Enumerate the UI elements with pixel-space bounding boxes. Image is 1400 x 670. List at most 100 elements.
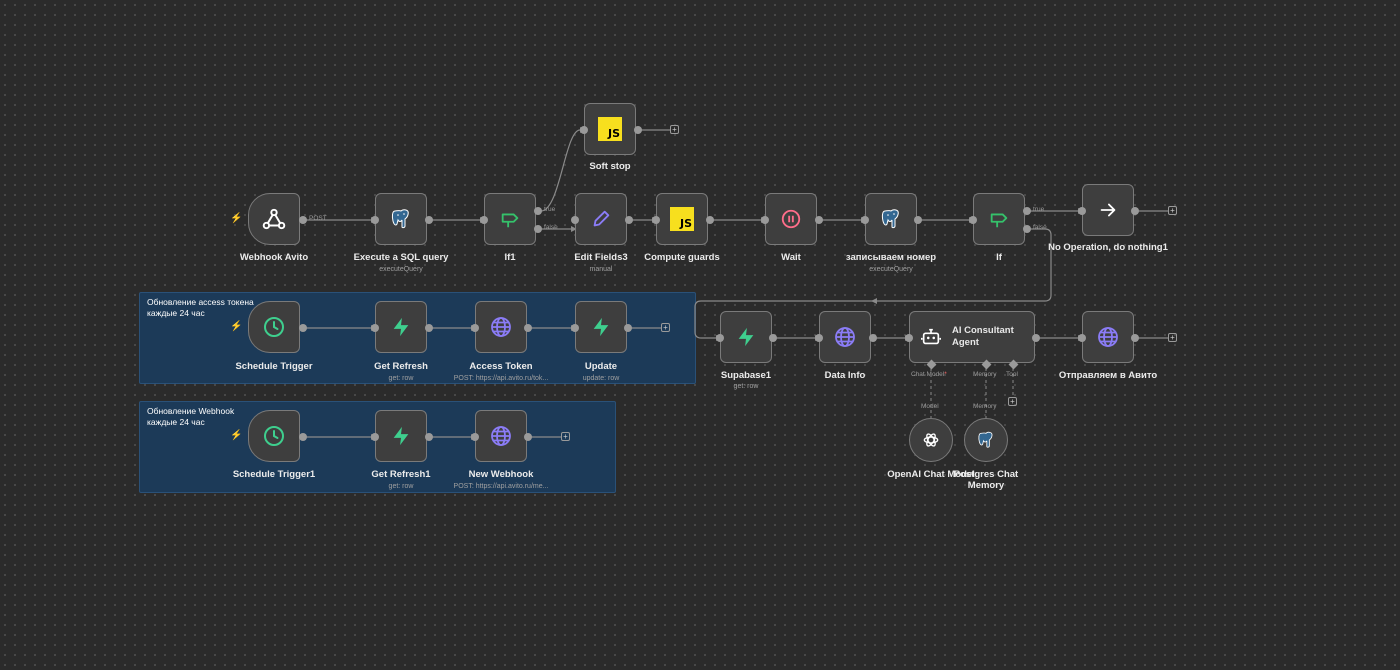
node-supabase1[interactable] [720, 311, 772, 363]
workflow-canvas[interactable]: Обновление access токена каждые 24 час О… [0, 0, 1400, 670]
node-data-info[interactable] [819, 311, 871, 363]
input-port[interactable] [471, 324, 479, 332]
output-port[interactable] [425, 324, 433, 332]
if-icon [990, 213, 1008, 228]
postgres-icon [978, 431, 993, 448]
webhook-icon [262, 208, 286, 230]
output-port[interactable] [769, 334, 777, 342]
input-port[interactable] [571, 324, 579, 332]
trigger-bolt-icon: ⚡ [230, 213, 243, 224]
output-port[interactable] [299, 216, 307, 224]
input-port[interactable] [371, 433, 379, 441]
node-edit-fields3[interactable] [575, 193, 627, 245]
node-label: Update [584, 361, 618, 372]
output-port[interactable] [425, 433, 433, 441]
node-wait[interactable] [765, 193, 817, 245]
node-execute-sql-query[interactable] [375, 193, 427, 245]
node-otpravlyaem-v-avito[interactable] [1082, 311, 1134, 363]
output-port-false[interactable] [1023, 225, 1031, 233]
node-subtitle: manual [589, 266, 613, 273]
node-label: If [996, 252, 1002, 263]
node-label: Schedule Trigger1 [232, 469, 316, 480]
input-port[interactable] [371, 216, 379, 224]
input-port[interactable] [716, 334, 724, 342]
add-node-button[interactable]: + [670, 125, 679, 134]
node-label: Soft stop [589, 161, 631, 172]
output-port[interactable] [914, 216, 922, 224]
input-port[interactable] [371, 324, 379, 332]
input-port[interactable] [580, 126, 588, 134]
node-get-refresh[interactable] [375, 301, 427, 353]
trigger-bolt-icon: ⚡ [230, 430, 243, 441]
output-port[interactable] [869, 334, 877, 342]
output-port[interactable] [815, 216, 823, 224]
output-port[interactable] [524, 433, 532, 441]
supabase-icon [738, 327, 754, 347]
node-new-webhook[interactable] [475, 410, 527, 462]
input-port[interactable] [1078, 334, 1086, 342]
add-node-button[interactable]: + [1168, 206, 1177, 215]
add-node-button[interactable]: + [661, 323, 670, 332]
node-label: New Webhook [468, 469, 534, 480]
pencil-icon [593, 210, 610, 227]
output-port[interactable] [1032, 334, 1040, 342]
node-ai-consultant-agent[interactable]: AI Consultant Agent [909, 311, 1035, 363]
input-port[interactable] [1078, 207, 1086, 215]
input-port[interactable] [761, 216, 769, 224]
node-access-token[interactable] [475, 301, 527, 353]
output-port-false[interactable] [534, 225, 542, 233]
node-subtitle: POST: https://api.avito.ru/me... [453, 483, 549, 490]
sticky-note-text: Обновление access токена каждые 24 час [147, 297, 254, 318]
input-port[interactable] [652, 216, 660, 224]
output-port[interactable] [299, 324, 307, 332]
add-node-button[interactable]: + [1168, 333, 1177, 342]
output-port[interactable] [634, 126, 642, 134]
edge-label-post: POST [309, 215, 327, 222]
add-tool-button[interactable]: + [1008, 397, 1017, 406]
node-soft-stop[interactable]: JS [584, 103, 636, 155]
node-update[interactable] [575, 301, 627, 353]
output-port[interactable] [706, 216, 714, 224]
add-node-button[interactable]: + [561, 432, 570, 441]
sub-port-label-tool: Tool [1006, 371, 1018, 378]
node-label: Data Info [824, 370, 866, 381]
input-port[interactable] [815, 334, 823, 342]
edge-label-false: false [544, 224, 558, 231]
js-icon: JS [670, 207, 694, 231]
output-port-true[interactable] [1023, 207, 1031, 215]
output-port-true[interactable] [534, 207, 542, 215]
output-port[interactable] [625, 216, 633, 224]
input-port[interactable] [905, 334, 913, 342]
openai-icon [923, 433, 939, 447]
node-no-operation[interactable] [1082, 184, 1134, 236]
node-if[interactable] [973, 193, 1025, 245]
node-schedule-trigger[interactable] [248, 301, 300, 353]
input-port[interactable] [969, 216, 977, 224]
node-subtitle: executeQuery [869, 266, 913, 273]
input-port[interactable] [480, 216, 488, 224]
edge-label-true: true [544, 206, 556, 213]
node-if1[interactable] [484, 193, 536, 245]
pause-icon [781, 209, 801, 229]
output-port[interactable] [1131, 334, 1139, 342]
clock-icon [264, 317, 284, 337]
node-zapisyvaem-nomer[interactable] [865, 193, 917, 245]
node-schedule-trigger1[interactable] [248, 410, 300, 462]
trigger-bolt-icon: ⚡ [230, 321, 243, 332]
node-webhook-avito[interactable] [248, 193, 300, 245]
node-postgres-chat-memory[interactable] [964, 418, 1008, 462]
supabase-icon [393, 426, 409, 446]
output-port[interactable] [524, 324, 532, 332]
output-port[interactable] [624, 324, 632, 332]
output-port[interactable] [425, 216, 433, 224]
node-label: Webhook Avito [239, 252, 309, 263]
input-port[interactable] [471, 433, 479, 441]
node-subtitle: update: row [582, 375, 620, 382]
node-openai-chat-model[interactable] [909, 418, 953, 462]
output-port[interactable] [299, 433, 307, 441]
input-port[interactable] [861, 216, 869, 224]
input-port[interactable] [571, 216, 579, 224]
node-get-refresh1[interactable] [375, 410, 427, 462]
output-port[interactable] [1131, 207, 1139, 215]
node-compute-guards[interactable]: JS [656, 193, 708, 245]
